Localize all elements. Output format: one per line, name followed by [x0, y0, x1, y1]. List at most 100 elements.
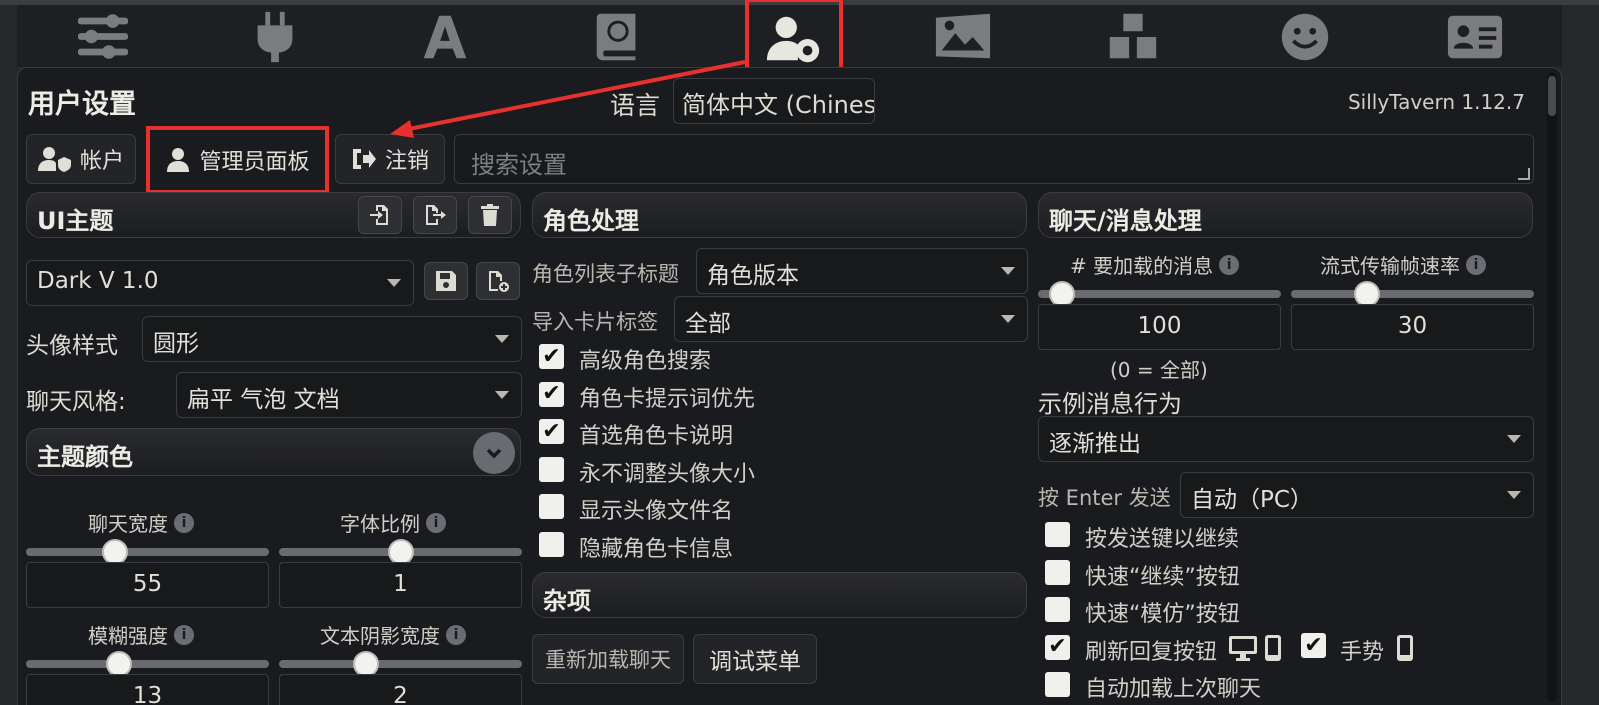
misc-title: 杂项 — [543, 587, 591, 615]
file-plus-icon — [489, 271, 509, 292]
info-icon: i — [174, 624, 194, 645]
gesture-checkbox[interactable]: ✔ — [1301, 633, 1326, 658]
chat-handling-header: 聊天/消息处理 — [1038, 192, 1533, 238]
ui-theme-title: UI主题 — [37, 207, 114, 235]
info-icon: i — [1466, 254, 1486, 275]
checkbox-label: 高级角色搜索 — [579, 349, 712, 374]
import-theme-button[interactable] — [358, 196, 402, 234]
misc-header: 杂项 — [532, 572, 1027, 618]
list-subtitle-value: 角色版本 — [707, 263, 799, 289]
book-globe-icon[interactable] — [583, 8, 653, 66]
scrollbar[interactable] — [1547, 72, 1557, 702]
text-shadow-label: 文本阴影宽度 i — [320, 620, 466, 649]
character-handling-header: 角色处理 — [532, 192, 1027, 238]
theme-select-caret — [387, 279, 401, 287]
language-label: 语言 — [610, 91, 661, 120]
messages-to-load-slider[interactable] — [1038, 281, 1281, 307]
checkbox[interactable] — [539, 494, 564, 519]
user-shield-icon — [37, 147, 71, 172]
enter-send-select[interactable]: 自动（PC） — [1180, 472, 1534, 518]
stream-fps-slider[interactable] — [1291, 281, 1534, 307]
messages-to-load-value[interactable]: 100 — [1038, 304, 1281, 350]
export-theme-button[interactable] — [413, 196, 457, 234]
checkbox[interactable] — [539, 456, 564, 482]
language-select[interactable]: 简体中文 (Chinese) — [673, 78, 875, 124]
stream-fps-value[interactable]: 30 — [1291, 304, 1534, 350]
list-subtitle-select[interactable]: 角色版本 — [696, 248, 1028, 294]
checkbox-label: 刷新回复按钮 — [1085, 639, 1218, 665]
checkbox-label: 隐藏角色卡信息 — [579, 536, 734, 562]
blur-strength-value[interactable]: 13 — [26, 674, 269, 705]
new-theme-button[interactable] — [476, 262, 520, 300]
chat-style-caret — [495, 391, 509, 399]
checkbox[interactable] — [1045, 672, 1070, 697]
debug-menu-button[interactable]: 调试菜单 — [693, 634, 817, 684]
page-title: 用户设置 — [28, 89, 136, 120]
font-scale-value[interactable]: 1 — [279, 562, 522, 608]
avatar-style-select[interactable]: 圆形 — [142, 316, 522, 362]
font-icon[interactable] — [410, 8, 480, 66]
file-export-icon — [426, 205, 446, 225]
chat-style-value: 扁平 气泡 文档 — [187, 387, 340, 413]
enter-send-label: 按 Enter 发送 — [1038, 486, 1171, 510]
account-button[interactable]: 帐户 — [26, 134, 136, 184]
checkbox[interactable] — [539, 531, 564, 557]
search-settings-input[interactable]: 搜索设置 — [454, 134, 1534, 184]
file-import-icon — [370, 205, 388, 225]
admin-panel-button[interactable]: 管理员面板 — [146, 126, 329, 194]
messages-to-load-label: # 要加载的消息 i — [1070, 250, 1240, 279]
theme-colors-title: 主题颜色 — [37, 443, 133, 471]
messages-to-load-hint: (0 = 全部) — [1110, 358, 1208, 382]
checkbox[interactable]: ✔ — [539, 381, 564, 407]
checkbox[interactable] — [1045, 597, 1070, 622]
resize-grip[interactable] — [1518, 168, 1530, 180]
import-tags-value: 全部 — [685, 311, 731, 337]
checkbox[interactable]: ✔ — [539, 419, 564, 444]
messages-to-load-label-text: # 要加载的消息 — [1070, 254, 1214, 278]
smiley-icon[interactable] — [1270, 8, 1340, 66]
stream-fps-label-text: 流式传输帧速率 — [1320, 254, 1460, 278]
sliders-icon[interactable] — [68, 8, 138, 66]
chat-width-value[interactable]: 55 — [26, 562, 269, 608]
import-tags-select[interactable]: 全部 — [674, 296, 1028, 342]
checkbox-label: 按发送键以继续 — [1085, 527, 1240, 552]
cubes-icon[interactable] — [1098, 8, 1168, 66]
theme-colors-drawer[interactable]: 主题颜色 — [26, 428, 521, 476]
blur-strength-slider[interactable] — [26, 651, 269, 677]
sign-out-icon — [352, 149, 376, 169]
chat-handling-title: 聊天/消息处理 — [1049, 207, 1202, 235]
plug-icon[interactable] — [240, 8, 310, 66]
checkbox[interactable] — [1045, 559, 1070, 585]
chevron-down-icon[interactable] — [473, 432, 515, 474]
avatar-style-caret — [495, 335, 509, 343]
text-shadow-value[interactable]: 2 — [279, 674, 522, 705]
enter-send-value: 自动（PC） — [1191, 487, 1313, 513]
example-behavior-value: 逐渐推出 — [1049, 431, 1141, 457]
checkbox[interactable]: ✔ — [1045, 634, 1070, 660]
scrollbar-thumb[interactable] — [1548, 76, 1556, 116]
checkbox[interactable] — [1045, 522, 1070, 547]
theme-select[interactable]: Dark V 1.0 — [26, 260, 414, 306]
desktop-icon — [1229, 636, 1257, 661]
chat-style-select[interactable]: 扁平 气泡 文档 — [176, 372, 522, 418]
checkbox-label: 快速“模仿”按钮 — [1085, 602, 1240, 627]
example-behavior-select[interactable]: 逐渐推出 — [1038, 416, 1534, 462]
chat-width-slider[interactable] — [26, 539, 269, 565]
reload-chat-button[interactable]: 重新加载聊天 — [532, 634, 684, 684]
id-card-icon[interactable] — [1440, 8, 1510, 66]
gesture-label: 手势 — [1340, 640, 1385, 665]
info-icon: i — [174, 512, 194, 533]
landscape-icon[interactable] — [928, 8, 998, 66]
save-theme-button[interactable] — [424, 262, 468, 300]
logout-button[interactable]: 注销 — [335, 134, 445, 184]
checkbox[interactable]: ✔ — [539, 344, 564, 369]
delete-theme-button[interactable] — [468, 196, 512, 234]
checkbox-label: 显示头像文件名 — [579, 499, 734, 524]
import-tags-caret — [1001, 315, 1015, 323]
theme-select-value: Dark V 1.0 — [37, 268, 159, 294]
chat-width-label: 聊天宽度 i — [88, 508, 194, 537]
chat-width-label-text: 聊天宽度 — [88, 512, 168, 536]
font-scale-slider[interactable] — [279, 539, 522, 565]
text-shadow-slider[interactable] — [279, 651, 522, 677]
example-behavior-label: 示例消息行为 — [1038, 390, 1182, 418]
